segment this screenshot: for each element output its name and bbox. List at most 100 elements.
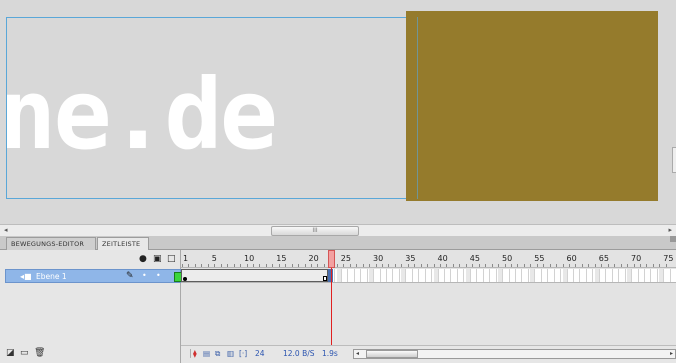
frame-cell[interactable] <box>582 269 587 282</box>
stage[interactable]: ne.de <box>0 0 676 224</box>
onion-outline-icon[interactable]: ⧉ <box>215 349 220 359</box>
current-frame[interactable]: 24 <box>255 349 265 359</box>
tab-motion-editor[interactable]: BEWEGUNGS-EDITOR <box>6 237 96 250</box>
frame-cell[interactable] <box>511 269 516 282</box>
frame-cell[interactable] <box>575 269 581 282</box>
frame-cell[interactable] <box>530 269 536 282</box>
ruler-tick <box>375 264 377 267</box>
frame-cell[interactable] <box>659 269 665 282</box>
playhead[interactable] <box>328 250 335 268</box>
tab-timeline[interactable]: ZEITLEISTE <box>97 237 149 250</box>
new-folder-icon[interactable]: ▭ <box>20 348 29 358</box>
frame-span[interactable] <box>181 269 328 282</box>
frame-cell[interactable] <box>537 269 542 282</box>
frame-cell[interactable] <box>465 269 471 282</box>
layer-name[interactable]: Ebene 1 <box>36 270 67 283</box>
frame-cell[interactable] <box>601 269 607 282</box>
frame-cell[interactable] <box>562 269 568 282</box>
scroll-right-icon[interactable]: ▸ <box>670 350 673 358</box>
frame-cell[interactable] <box>427 269 433 282</box>
elapsed-time[interactable]: 1.9s <box>322 349 338 359</box>
stage-bounds <box>6 17 416 199</box>
frame-cell[interactable] <box>388 269 394 282</box>
scroll-left-icon[interactable]: ◂ <box>356 350 359 358</box>
frame-cell[interactable] <box>569 269 574 282</box>
lock-dot-icon[interactable]: • <box>156 270 161 282</box>
frame-cell[interactable] <box>459 269 465 282</box>
frame-cell[interactable] <box>543 269 549 282</box>
frame-ruler[interactable]: 1 5 10 15 20 25 30 35 40 45 50 55 60 65 70 75 <box>181 250 676 268</box>
frame-cell[interactable] <box>653 269 658 282</box>
frame-cell[interactable] <box>621 269 626 282</box>
frame-cell[interactable] <box>479 269 484 282</box>
frame-cell[interactable] <box>472 269 478 282</box>
frame-cell[interactable] <box>646 269 652 282</box>
outline-icon[interactable]: □ <box>167 254 176 264</box>
frame-cell[interactable] <box>505 269 510 282</box>
pencil-icon: ✎ <box>126 271 134 281</box>
frame-cell[interactable] <box>440 269 445 282</box>
frame-cell[interactable] <box>401 269 407 282</box>
edit-multiple-frames-icon[interactable]: ▥ <box>227 349 234 359</box>
frame-cell[interactable] <box>350 269 355 282</box>
frame-cell[interactable] <box>524 269 529 282</box>
new-layer-icon[interactable]: ◪ <box>6 348 15 358</box>
frame-cell[interactable] <box>336 269 342 282</box>
frame-cell[interactable] <box>594 269 600 282</box>
frame-cell[interactable] <box>608 269 613 282</box>
panel-menu-icon[interactable] <box>670 236 676 242</box>
frame-cell[interactable] <box>376 269 381 282</box>
ruler-tick <box>298 264 300 267</box>
ruler-tick <box>639 264 641 267</box>
scroll-to-playhead-icon[interactable]: ▕ <box>185 349 191 359</box>
frame-cell[interactable] <box>556 269 562 282</box>
modify-markers-icon[interactable]: [·] <box>239 349 247 359</box>
frame-cell[interactable] <box>485 269 491 282</box>
frame-cell[interactable] <box>627 269 633 282</box>
eye-icon[interactable]: ● <box>139 254 147 264</box>
frame-cell[interactable] <box>363 269 368 282</box>
trash-icon[interactable]: 🗑 <box>34 348 45 358</box>
frame-cell[interactable] <box>550 269 555 282</box>
end-frame-marker[interactable] <box>323 276 327 281</box>
ruler-tick <box>427 264 429 267</box>
frame-cell[interactable] <box>588 269 594 282</box>
layer-row[interactable]: ◂■ Ebene 1 ✎ • • <box>5 269 184 283</box>
frame-cell[interactable] <box>517 269 523 282</box>
stage-horizontal-scrollbar[interactable]: ◂ III ▸ <box>0 224 676 236</box>
frame-cell[interactable] <box>433 269 439 282</box>
ruler-tick <box>659 264 661 267</box>
scroll-thumb[interactable]: III <box>271 226 359 236</box>
onion-skin-icon[interactable]: ▤ <box>203 349 210 359</box>
ruler-tick <box>620 264 622 267</box>
frame-cell[interactable] <box>640 269 645 282</box>
frame-cell[interactable] <box>453 269 458 282</box>
frame-cell[interactable] <box>414 269 420 282</box>
scroll-right-icon[interactable]: ▸ <box>668 225 672 236</box>
frame-cell[interactable] <box>395 269 400 282</box>
frame-cell[interactable] <box>666 269 671 282</box>
frames-area[interactable]: 1 5 10 15 20 25 30 35 40 45 50 55 60 65 70 75 ▕ ⧫ ▤ ⧉ … <box>181 250 676 363</box>
frame-cell[interactable] <box>446 269 452 282</box>
frame-cell[interactable] <box>382 269 387 282</box>
lock-icon[interactable]: ▣ <box>153 254 162 264</box>
panel-resize-handle[interactable] <box>672 147 676 173</box>
timeline-scrollbar[interactable]: ◂ ▸ <box>353 349 676 359</box>
center-frame-icon[interactable]: ⧫ <box>193 349 197 359</box>
frame-cell[interactable] <box>356 269 362 282</box>
keyframe[interactable] <box>183 277 187 281</box>
frame-cell[interactable] <box>421 269 426 282</box>
frame-cell[interactable] <box>614 269 620 282</box>
gold-rectangle-shape[interactable] <box>406 11 658 201</box>
frame-cell[interactable] <box>369 269 375 282</box>
frame-cell[interactable] <box>343 269 349 282</box>
frame-cell[interactable] <box>634 269 639 282</box>
timeline-scroll-thumb[interactable] <box>366 350 418 358</box>
ruler-number: 60 <box>566 254 577 263</box>
scroll-left-icon[interactable]: ◂ <box>4 225 8 236</box>
frame-cell[interactable] <box>492 269 497 282</box>
frame-cell[interactable] <box>498 269 504 282</box>
frame-rate[interactable]: 12.0 B/S <box>283 349 315 359</box>
frame-cell[interactable] <box>408 269 413 282</box>
visibility-dot-icon[interactable]: • <box>142 270 147 282</box>
